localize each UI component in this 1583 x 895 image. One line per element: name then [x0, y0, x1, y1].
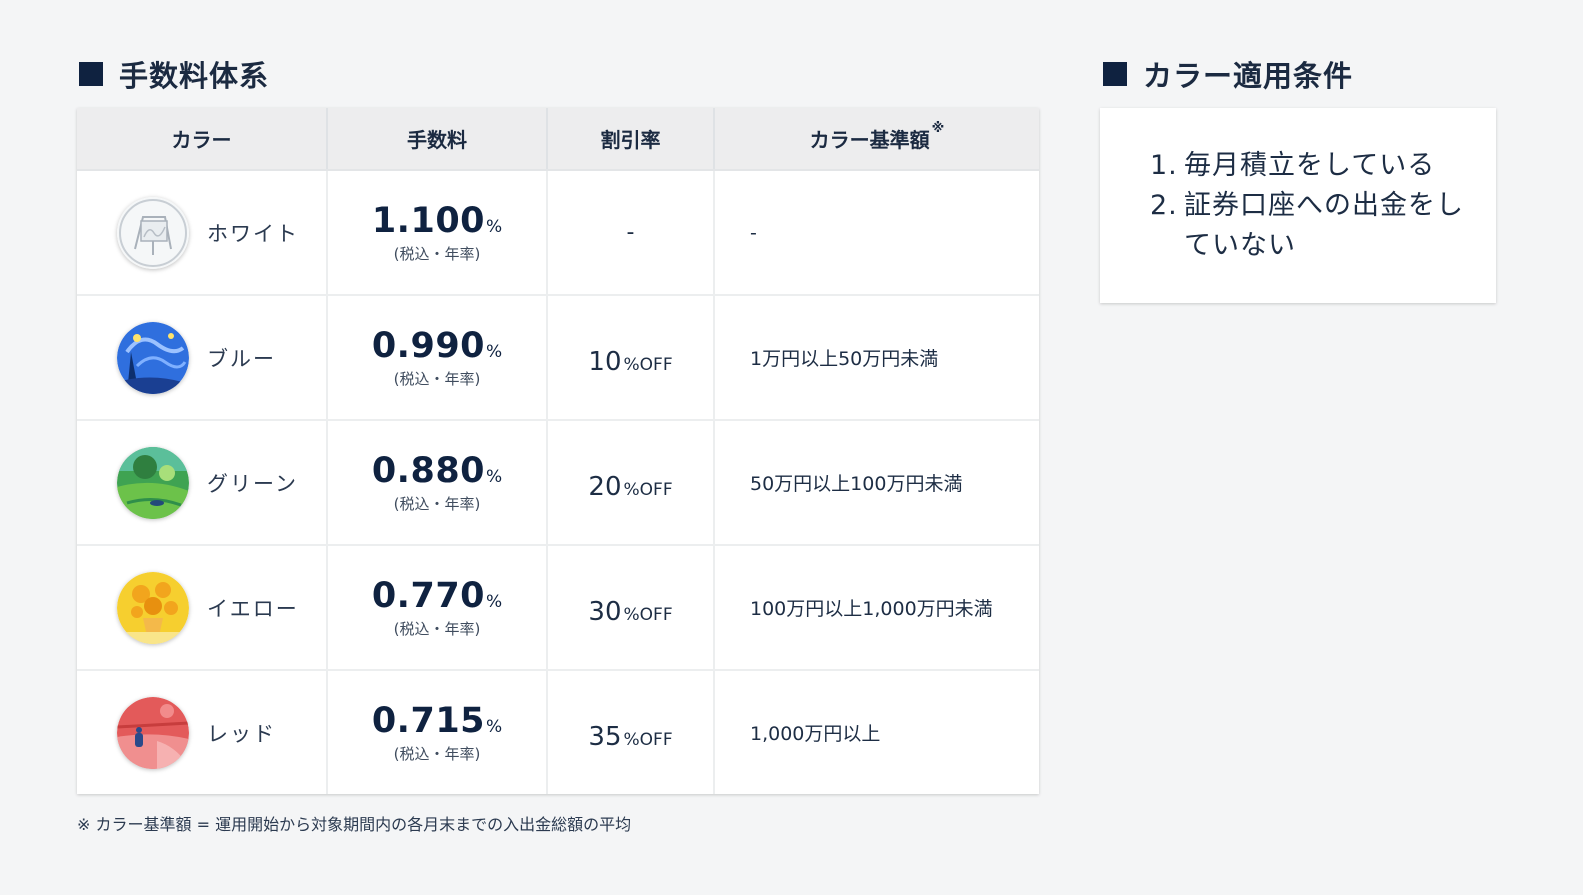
- threshold-value: 1万円以上50万円未満: [750, 348, 939, 370]
- fee-note: (税込・年率): [393, 245, 481, 263]
- color-cell: グリーン: [77, 421, 328, 544]
- conditions-section-title-text: カラー適用条件: [1143, 59, 1354, 93]
- white-easel-badge-icon: [117, 196, 189, 269]
- fee-value: 0.715: [371, 701, 486, 741]
- discount-value: 30: [588, 597, 622, 627]
- condition-number: 1.: [1150, 150, 1178, 181]
- threshold-cell: 1万円以上50万円未満: [715, 296, 1039, 419]
- fee-table: カラー 手数料 割引率 カラー基準額 ※ ホワイト 1.100 % (税込・年率…: [77, 108, 1039, 794]
- table-row: ブルー 0.990 % (税込・年率) 10 %OFF 1万円以上50万円未満: [77, 296, 1039, 421]
- discount-cell: 30 %OFF: [548, 546, 715, 669]
- discount-value: 10: [588, 347, 622, 377]
- color-cell: ホワイト: [77, 171, 328, 294]
- header-color: カラー: [77, 108, 328, 169]
- threshold-value: -: [750, 221, 757, 244]
- fee-section-title-text: 手数料体系: [119, 59, 270, 93]
- threshold-cell: -: [715, 171, 1039, 294]
- header-color-label: カラー: [171, 128, 232, 152]
- header-discount-label: 割引率: [600, 128, 661, 152]
- fee-unit: %: [486, 717, 503, 737]
- color-name: グリーン: [207, 471, 298, 496]
- fee-cell: 0.990 % (税込・年率): [328, 296, 548, 419]
- color-name: ブルー: [207, 346, 276, 371]
- fee-value: 1.100: [371, 201, 486, 241]
- discount-cell: 10 %OFF: [548, 296, 715, 419]
- conditions-section-title: カラー適用条件: [1103, 54, 1353, 94]
- threshold-cell: 50万円以上100万円未満: [715, 421, 1039, 544]
- fee-note: (税込・年率): [393, 370, 481, 388]
- fee-unit: %: [486, 467, 503, 487]
- fee-note: (税込・年率): [393, 620, 481, 638]
- header-discount: 割引率: [548, 108, 715, 169]
- fee-unit: %: [486, 592, 503, 612]
- fee-unit: %: [486, 342, 503, 362]
- discount-unit: %OFF: [623, 355, 673, 375]
- green-landscape-badge-icon: [117, 446, 189, 519]
- threshold-value: 50万円以上100万円未満: [750, 473, 963, 495]
- table-row: グリーン 0.880 % (税込・年率) 20 %OFF 50万円以上100万円…: [77, 421, 1039, 546]
- condition-number: 2.: [1150, 190, 1178, 221]
- color-cell: ブルー: [77, 296, 328, 419]
- color-name: イエロー: [207, 596, 299, 621]
- fee-cell: 0.770 % (税込・年率): [328, 546, 548, 669]
- color-cell: レッド: [77, 671, 328, 794]
- header-fee-label: 手数料: [407, 128, 467, 152]
- footnote: ※ カラー基準額 = 運用開始から対象期間内の各月末までの入出金総額の平均: [77, 815, 632, 834]
- discount-unit: %OFF: [623, 730, 673, 750]
- condition-text: 毎月積立をしている: [1184, 150, 1436, 181]
- fee-note: (税込・年率): [393, 495, 481, 513]
- fee-value: 0.880: [371, 451, 486, 491]
- blue-starry-night-badge-icon: [117, 321, 189, 394]
- red-field-badge-icon: [117, 696, 189, 769]
- header-threshold-note-mark: ※: [931, 121, 945, 136]
- discount-value: 20: [588, 472, 622, 502]
- fee-cell: 0.715 % (税込・年率): [328, 671, 548, 794]
- discount-unit: %OFF: [623, 480, 673, 500]
- discount-cell: 35 %OFF: [548, 671, 715, 794]
- discount-cell: 20 %OFF: [548, 421, 715, 544]
- color-name: ホワイト: [207, 221, 299, 246]
- header-threshold: カラー基準額 ※: [715, 108, 1039, 169]
- threshold-value: 1,000万円以上: [750, 723, 881, 745]
- condition-text: 証券口座への出金をしていない: [1184, 190, 1464, 261]
- color-cell: イエロー: [77, 546, 328, 669]
- fee-cell: 0.880 % (税込・年率): [328, 421, 548, 544]
- conditions-card: 1. 毎月積立をしている 2. 証券口座への出金をしていない: [1100, 108, 1496, 303]
- list-item: 2. 証券口座への出金をしていない: [1150, 186, 1496, 266]
- fee-unit: %: [486, 217, 503, 237]
- header-fee: 手数料: [328, 108, 548, 169]
- table-row: イエロー 0.770 % (税込・年率) 30 %OFF 100万円以上1,00…: [77, 546, 1039, 671]
- fee-value: 0.990: [371, 326, 486, 366]
- table-row: レッド 0.715 % (税込・年率) 35 %OFF 1,000万円以上: [77, 671, 1039, 794]
- list-item: 1. 毎月積立をしている: [1150, 146, 1496, 186]
- threshold-cell: 100万円以上1,000万円未満: [715, 546, 1039, 669]
- header-threshold-label: カラー基準額: [809, 128, 930, 152]
- heading-square-icon: [1103, 62, 1127, 86]
- discount-value: 35: [588, 722, 622, 752]
- table-header-row: カラー 手数料 割引率 カラー基準額 ※: [77, 108, 1039, 171]
- discount-unit: %OFF: [623, 605, 673, 625]
- yellow-sunflowers-badge-icon: [117, 571, 189, 644]
- discount-value: -: [626, 220, 635, 245]
- fee-note: (税込・年率): [393, 745, 481, 763]
- threshold-cell: 1,000万円以上: [715, 671, 1039, 794]
- fee-value: 0.770: [371, 576, 486, 616]
- color-name: レッド: [207, 721, 276, 746]
- fee-cell: 1.100 % (税込・年率): [328, 171, 548, 294]
- threshold-value: 100万円以上1,000万円未満: [750, 598, 993, 620]
- fee-section-title: 手数料体系: [79, 54, 269, 94]
- table-row: ホワイト 1.100 % (税込・年率) - -: [77, 171, 1039, 296]
- heading-square-icon: [79, 62, 103, 86]
- discount-cell: -: [548, 171, 715, 294]
